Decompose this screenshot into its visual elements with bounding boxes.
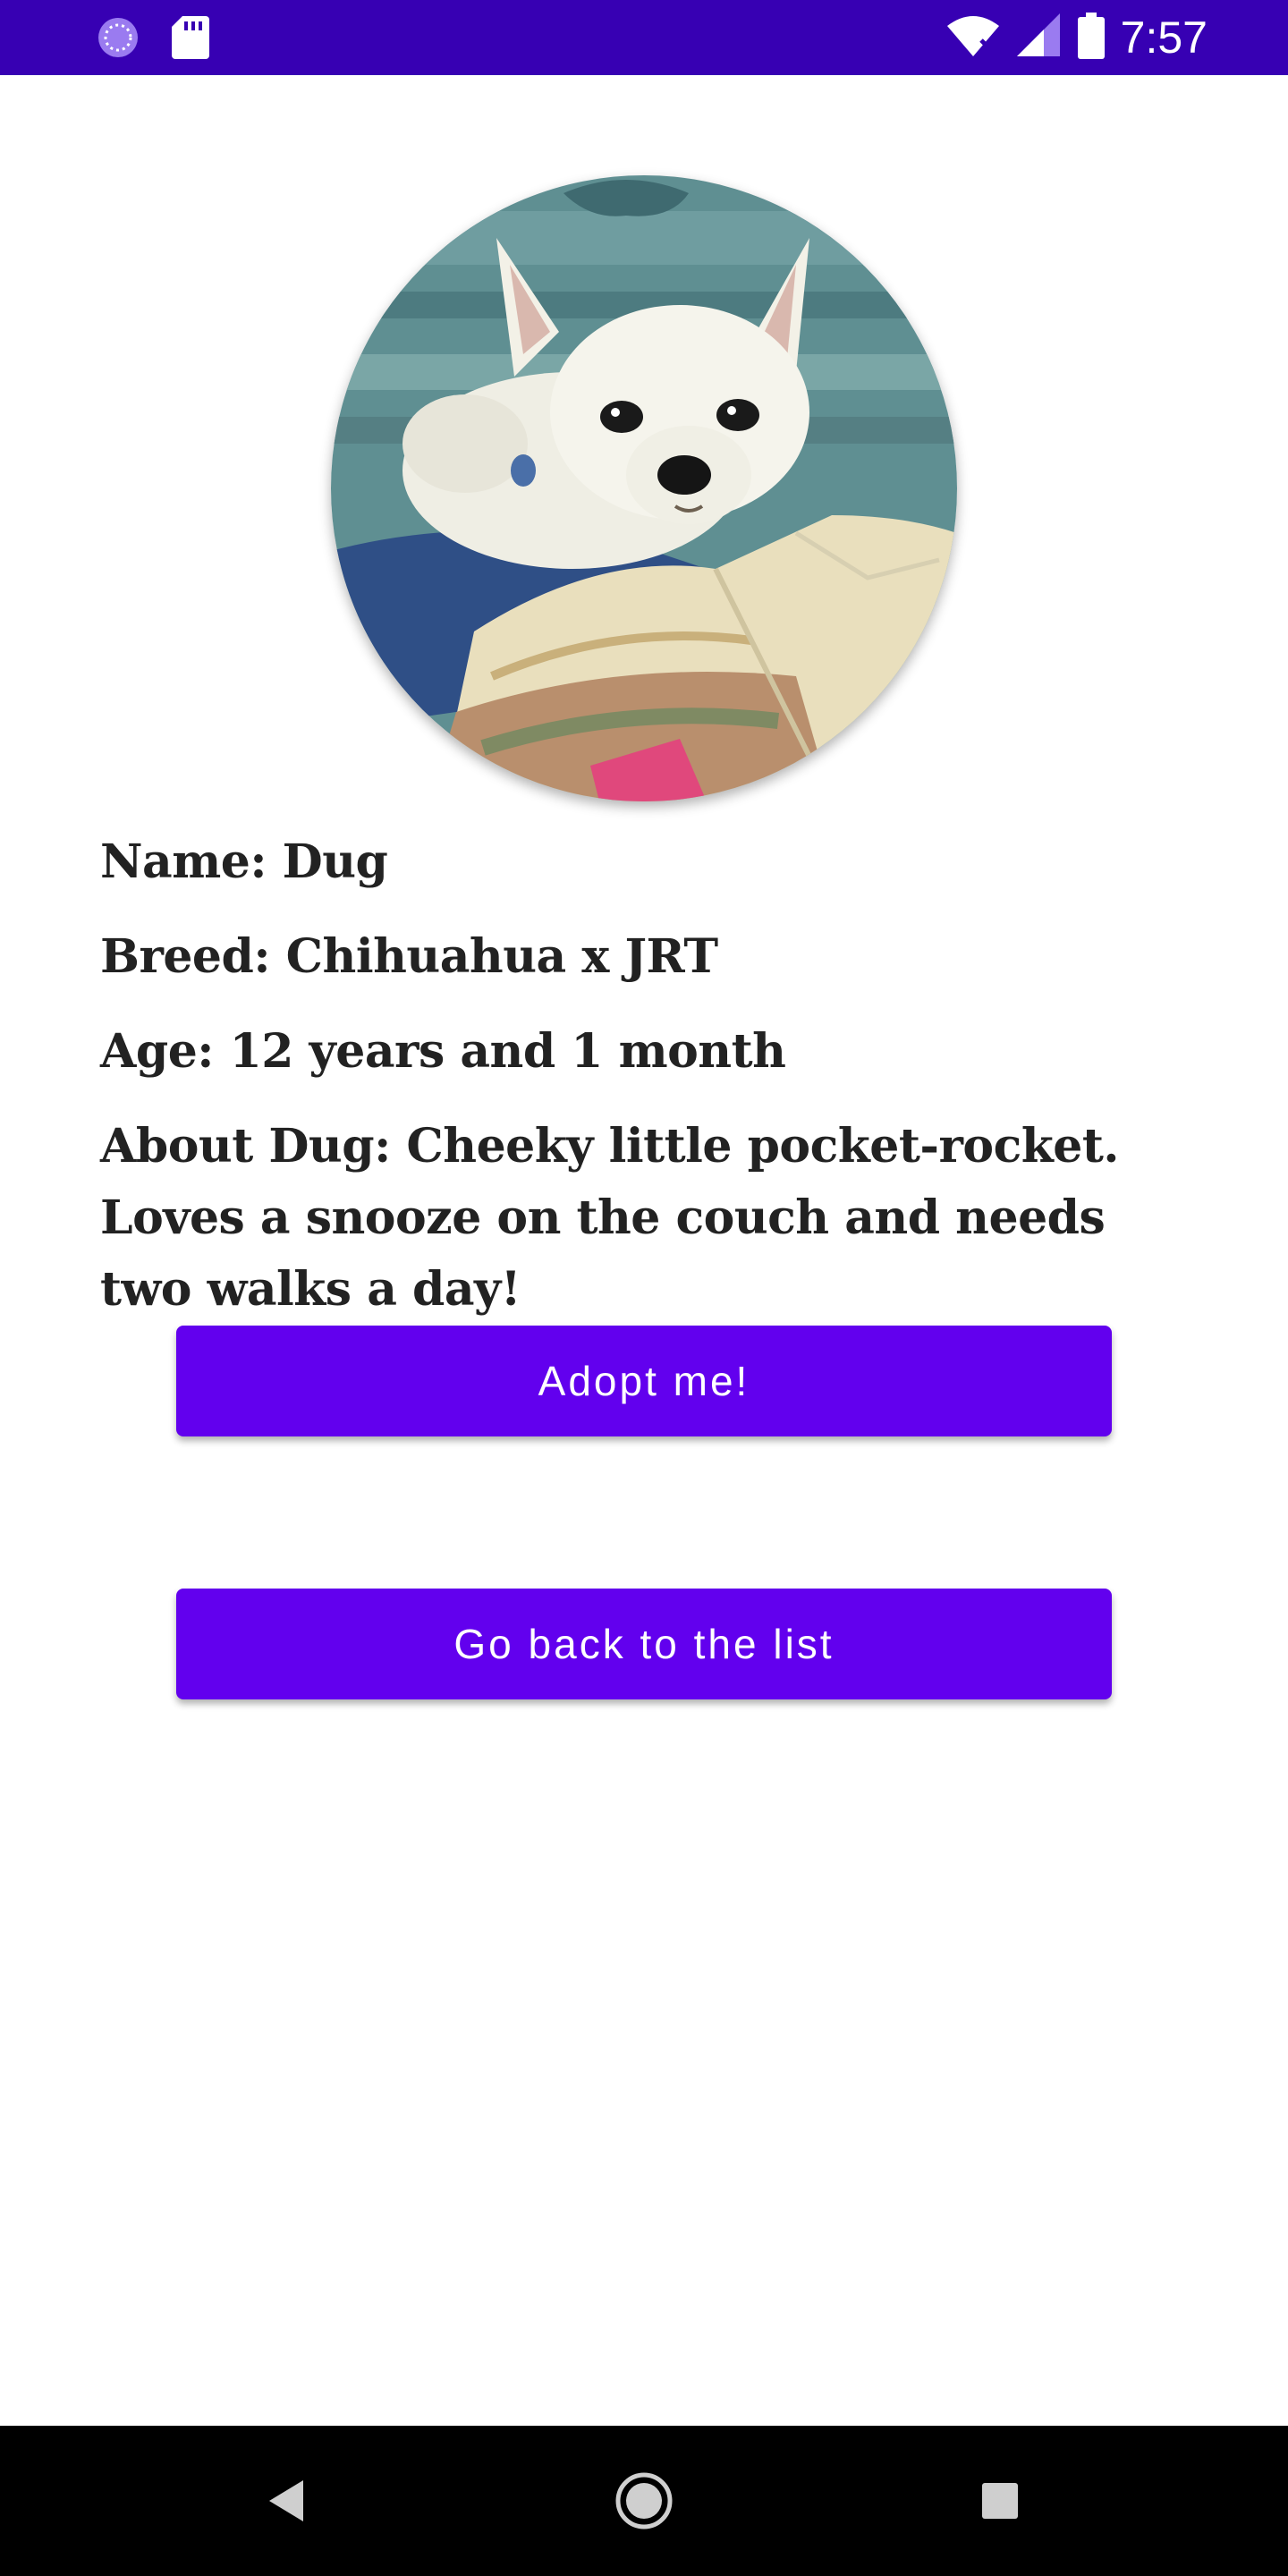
battery-icon: [1077, 13, 1105, 63]
navigation-bar: [0, 2426, 1288, 2576]
sd-card-icon: [172, 16, 209, 63]
pet-about: About Dug: Cheeky little pocket-rocket. …: [100, 1119, 1119, 1317]
recents-square-icon[interactable]: [925, 2426, 1075, 2576]
home-circle-icon[interactable]: [569, 2426, 719, 2576]
back-triangle-icon[interactable]: [211, 2426, 361, 2576]
back-to-list-button[interactable]: Go back to the list: [176, 1589, 1112, 1699]
wifi-no-internet-icon: [945, 13, 1001, 62]
clock: 7:57: [1120, 13, 1208, 63]
pet-age: Age: 12 years and 1 month: [100, 1024, 786, 1079]
sync-icon: [97, 16, 140, 63]
pet-detail-screen: Name: Dug Breed: Chihuahua x JRT Age: 12…: [0, 75, 1288, 2426]
pet-info: Name: Dug Breed: Chihuahua x JRT Age: 12…: [100, 826, 1209, 1326]
status-bar: 7:57: [0, 0, 1288, 75]
pet-breed: Breed: Chihuahua x JRT: [100, 929, 718, 984]
adopt-button[interactable]: Adopt me!: [176, 1326, 1112, 1436]
cell-signal-icon: [1016, 13, 1062, 62]
pet-name: Name: Dug: [100, 835, 388, 889]
dog-photo: [331, 175, 957, 801]
